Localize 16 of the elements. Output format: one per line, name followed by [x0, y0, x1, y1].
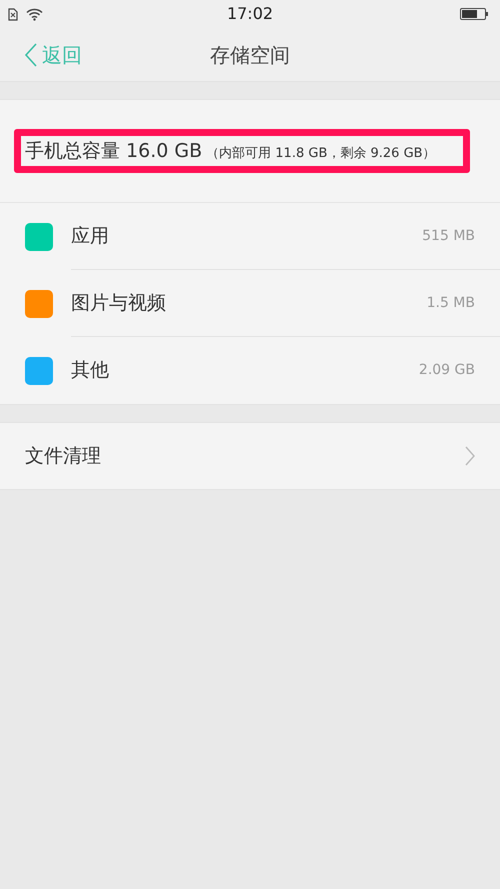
wifi-icon — [26, 8, 43, 20]
category-label: 应用 — [71, 224, 109, 249]
category-label: 其他 — [71, 358, 109, 384]
status-time: 17:02 — [226, 3, 274, 25]
page-title: 存储空间 — [210, 42, 290, 68]
category-size: 1.5 MB — [426, 294, 475, 312]
total-capacity: 手机总容量 16.0 GB — [25, 138, 202, 164]
chevron-left-icon — [24, 42, 38, 68]
chevron-right-icon — [465, 446, 475, 466]
no-sim-icon — [8, 8, 18, 20]
category-size: 515 MB — [422, 226, 475, 246]
file-cleanup-row[interactable]: 文件清理 — [0, 423, 500, 489]
capacity-detail: （内部可用 11.8 GB，剩余 9.26 GB） — [206, 144, 436, 163]
category-size: 2.09 GB — [418, 361, 475, 380]
battery-icon — [460, 8, 488, 20]
category-label: 图片与视频 — [71, 290, 166, 316]
